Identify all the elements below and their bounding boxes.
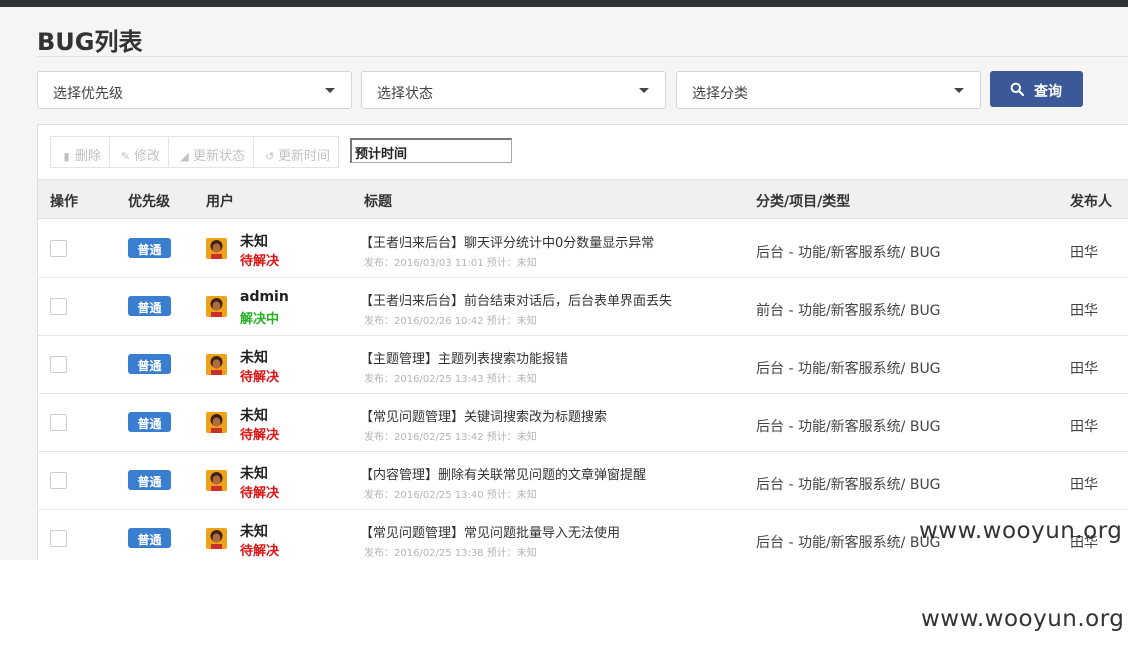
table-row: 普通 未知待解决 【王者归来后台】聊天评分统计中0分数量显示异常发布：2016/03… (38, 220, 1128, 278)
category-select-label: 选择分类 (692, 86, 748, 102)
bug-category: 前台 - 功能/新客服系统/ BUG (756, 303, 941, 319)
status-label: 解决中 (240, 312, 280, 327)
bug-meta: 发布：2016/02/25 13:42 预计：未知 (364, 432, 537, 443)
bug-category: 后台 - 功能/新客服系统/ BUG (756, 361, 941, 377)
header-priority: 优先级 (128, 194, 170, 210)
status-label: 待解决 (240, 370, 280, 385)
user-avatar (206, 412, 227, 433)
user-name: 未知 (240, 408, 268, 424)
search-icon (1010, 82, 1024, 96)
edit-button[interactable]: ✎ 修改 (109, 136, 170, 168)
bug-title-link[interactable]: 【常见问题管理】关键词搜索改为标题搜索 (360, 406, 607, 425)
history-icon: ↺ (264, 150, 275, 163)
priority-badge: 普通 (128, 528, 171, 548)
row-checkbox[interactable] (50, 530, 67, 547)
table-row: 普通 未知待解决 【内容管理】删除有关联常见问题的文章弹窗提醒发布：2016/02/… (38, 452, 1128, 510)
bug-list-panel: ▮ 删除 ✎ 修改 ◢ 更新状态 ↺ 更新时间 预计时间 操作 优先级 用户 标题 分类… (37, 124, 1128, 560)
bug-category: 后台 - 功能/新客服系统/ BUG (756, 245, 941, 261)
priority-badge: 普通 (128, 412, 171, 432)
bug-title-link[interactable]: 【内容管理】删除有关联常见问题的文章弹窗提醒 (360, 464, 646, 483)
priority-badge: 普通 (128, 470, 171, 490)
user-name: admin (240, 289, 289, 305)
table-row: 普通 未知待解决 【常见问题管理】关键词搜索改为标题搜索发布：2016/02/25 … (38, 394, 1128, 452)
user-avatar (206, 354, 227, 375)
bug-title-link[interactable]: 【王者归来后台】聊天评分统计中0分数量显示异常 (360, 232, 654, 251)
bug-meta: 发布：2016/02/25 13:43 预计：未知 (364, 374, 537, 385)
header-author: 发布人 (1070, 194, 1112, 210)
edit-icon: ✎ (120, 150, 131, 163)
user-avatar (206, 528, 227, 549)
table-row: 普通 admin 解决中 【王者归来后台】前台结束对话后，后台表单界面丢失发布：201… (38, 278, 1128, 336)
estimated-time-input[interactable]: 预计时间 (350, 138, 512, 163)
bug-author: 田华 (1070, 477, 1098, 493)
query-button[interactable]: 查询 (990, 71, 1083, 107)
user-name: 未知 (240, 234, 268, 250)
status-label: 待解决 (240, 254, 280, 269)
bug-meta: 发布：2016/02/25 13:38 预计：未知 (364, 548, 537, 559)
status-label: 待解决 (240, 486, 280, 501)
bug-author: 田华 (1070, 419, 1098, 435)
trash-icon: ▮ (63, 150, 70, 163)
bug-author: 田华 (1070, 303, 1098, 319)
row-checkbox[interactable] (50, 298, 67, 315)
bug-category: 后台 - 功能/新客服系统/ BUG (756, 477, 941, 493)
row-checkbox[interactable] (50, 472, 67, 489)
bug-category: 后台 - 功能/新客服系统/ BUG (756, 419, 941, 435)
edit-button-label: 修改 (134, 149, 161, 164)
bug-category: 后台 - 功能/新客服系统/ BUG (756, 535, 941, 551)
page-title: BUG列表 (37, 28, 143, 56)
user-name: 未知 (240, 466, 268, 482)
top-bar (0, 0, 1128, 7)
bug-meta: 发布：2016/02/26 10:42 预计：未知 (364, 316, 537, 327)
bug-title-link[interactable]: 【主题管理】主题列表搜索功能报错 (360, 348, 568, 367)
user-avatar (206, 296, 227, 317)
status-select[interactable]: 选择状态 (361, 71, 666, 109)
update-status-button[interactable]: ◢ 更新状态 (168, 136, 255, 168)
priority-badge: 普通 (128, 354, 171, 374)
update-time-button[interactable]: ↺ 更新时间 (253, 136, 340, 168)
priority-badge: 普通 (128, 296, 171, 316)
update-status-label: 更新状态 (193, 149, 246, 164)
table-header: 操作 优先级 用户 标题 分类/项目/类型 发布人 (38, 179, 1128, 219)
user-name: 未知 (240, 524, 268, 540)
bug-meta: 发布：2016/02/25 13:40 预计：未知 (364, 490, 537, 501)
bug-author: 田华 (1070, 245, 1098, 261)
status-label: 待解决 (240, 428, 280, 443)
priority-select-label: 选择优先级 (53, 86, 123, 102)
chevron-down-icon (639, 88, 649, 93)
row-checkbox[interactable] (50, 240, 67, 257)
table-row: 普通 未知待解决 【主题管理】主题列表搜索功能报错发布：2016/02/25 13:… (38, 336, 1128, 394)
chevron-down-icon (954, 88, 964, 93)
header-title: 标题 (364, 194, 392, 210)
priority-select[interactable]: 选择优先级 (37, 71, 352, 109)
category-select[interactable]: 选择分类 (676, 71, 981, 109)
title-divider (37, 56, 1128, 57)
header-user: 用户 (206, 194, 234, 210)
watermark-mid: www.wooyun.org (919, 518, 1123, 544)
status-select-label: 选择状态 (377, 86, 433, 102)
header-category: 分类/项目/类型 (756, 194, 851, 210)
chevron-down-icon (325, 88, 335, 93)
watermark-bottom: www.wooyun.org (921, 606, 1125, 632)
user-avatar (206, 238, 227, 259)
row-checkbox[interactable] (50, 356, 67, 373)
eraser-icon: ◢ (180, 150, 189, 163)
update-time-label: 更新时间 (278, 149, 331, 164)
bug-meta: 发布：2016/03/03 11:01 预计：未知 (364, 258, 537, 269)
query-button-label: 查询 (1034, 84, 1062, 100)
priority-badge: 普通 (128, 238, 171, 258)
action-toolbar: ▮ 删除 ✎ 修改 ◢ 更新状态 ↺ 更新时间 (50, 136, 340, 168)
header-action: 操作 (50, 194, 78, 210)
user-name: 未知 (240, 350, 268, 366)
status-label: 待解决 (240, 544, 280, 559)
delete-button-label: 删除 (75, 149, 102, 164)
bug-title-link[interactable]: 【常见问题管理】常见问题批量导入无法使用 (360, 522, 620, 541)
bug-title-link[interactable]: 【王者归来后台】前台结束对话后，后台表单界面丢失 (360, 290, 672, 309)
delete-button[interactable]: ▮ 删除 (50, 136, 111, 168)
row-checkbox[interactable] (50, 414, 67, 431)
user-avatar (206, 470, 227, 491)
bug-author: 田华 (1070, 361, 1098, 377)
